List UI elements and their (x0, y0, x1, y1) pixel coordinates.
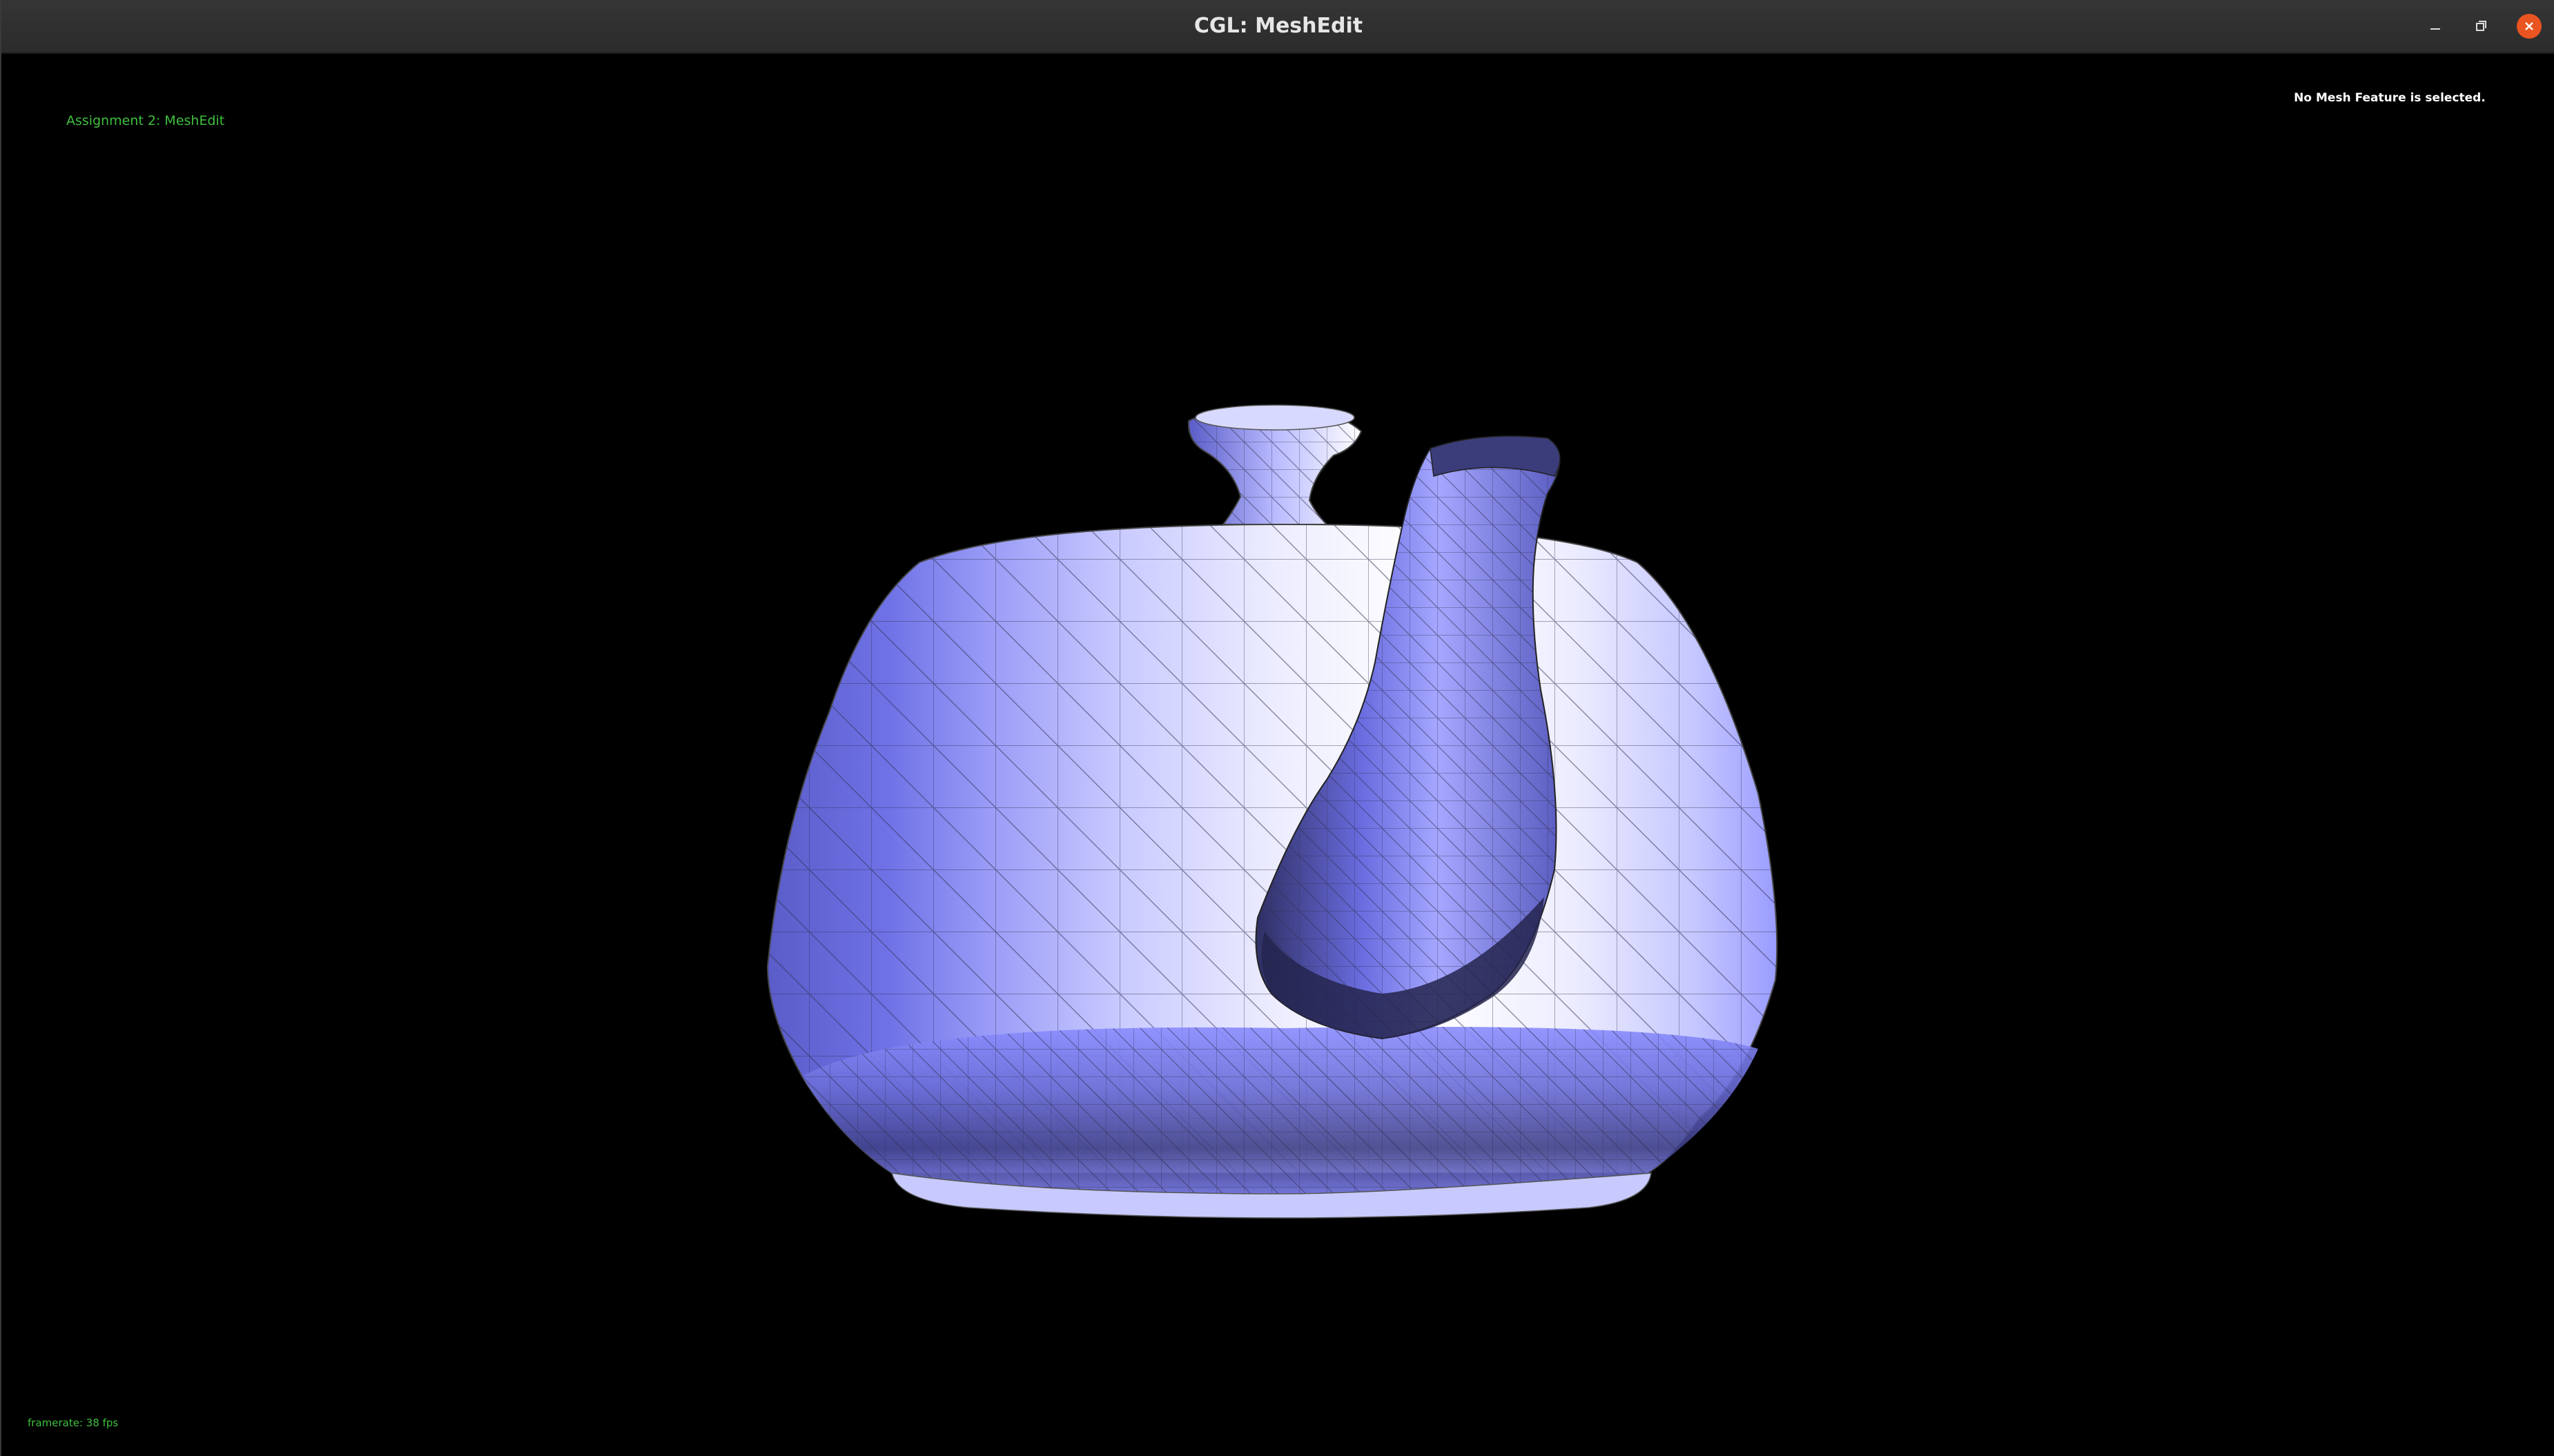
knob-top (1195, 404, 1355, 431)
minimize-button[interactable] (2420, 11, 2450, 41)
close-button[interactable] (2514, 11, 2544, 41)
minimize-icon (2430, 28, 2440, 30)
maximize-button[interactable] (2466, 11, 2496, 41)
teapot-mesh[interactable] (1, 54, 2554, 1456)
app-window: CGL: MeshEdit Assignment 2: MeshEdit No … (0, 0, 2554, 1456)
window-title: CGL: MeshEdit (1193, 14, 1363, 38)
close-circle (2517, 14, 2542, 39)
close-icon (2525, 22, 2533, 30)
title-bar[interactable]: CGL: MeshEdit (1, 0, 2554, 54)
restore-icon (2476, 21, 2486, 31)
gl-viewport[interactable]: Assignment 2: MeshEdit No Mesh Feature i… (1, 54, 2554, 1456)
